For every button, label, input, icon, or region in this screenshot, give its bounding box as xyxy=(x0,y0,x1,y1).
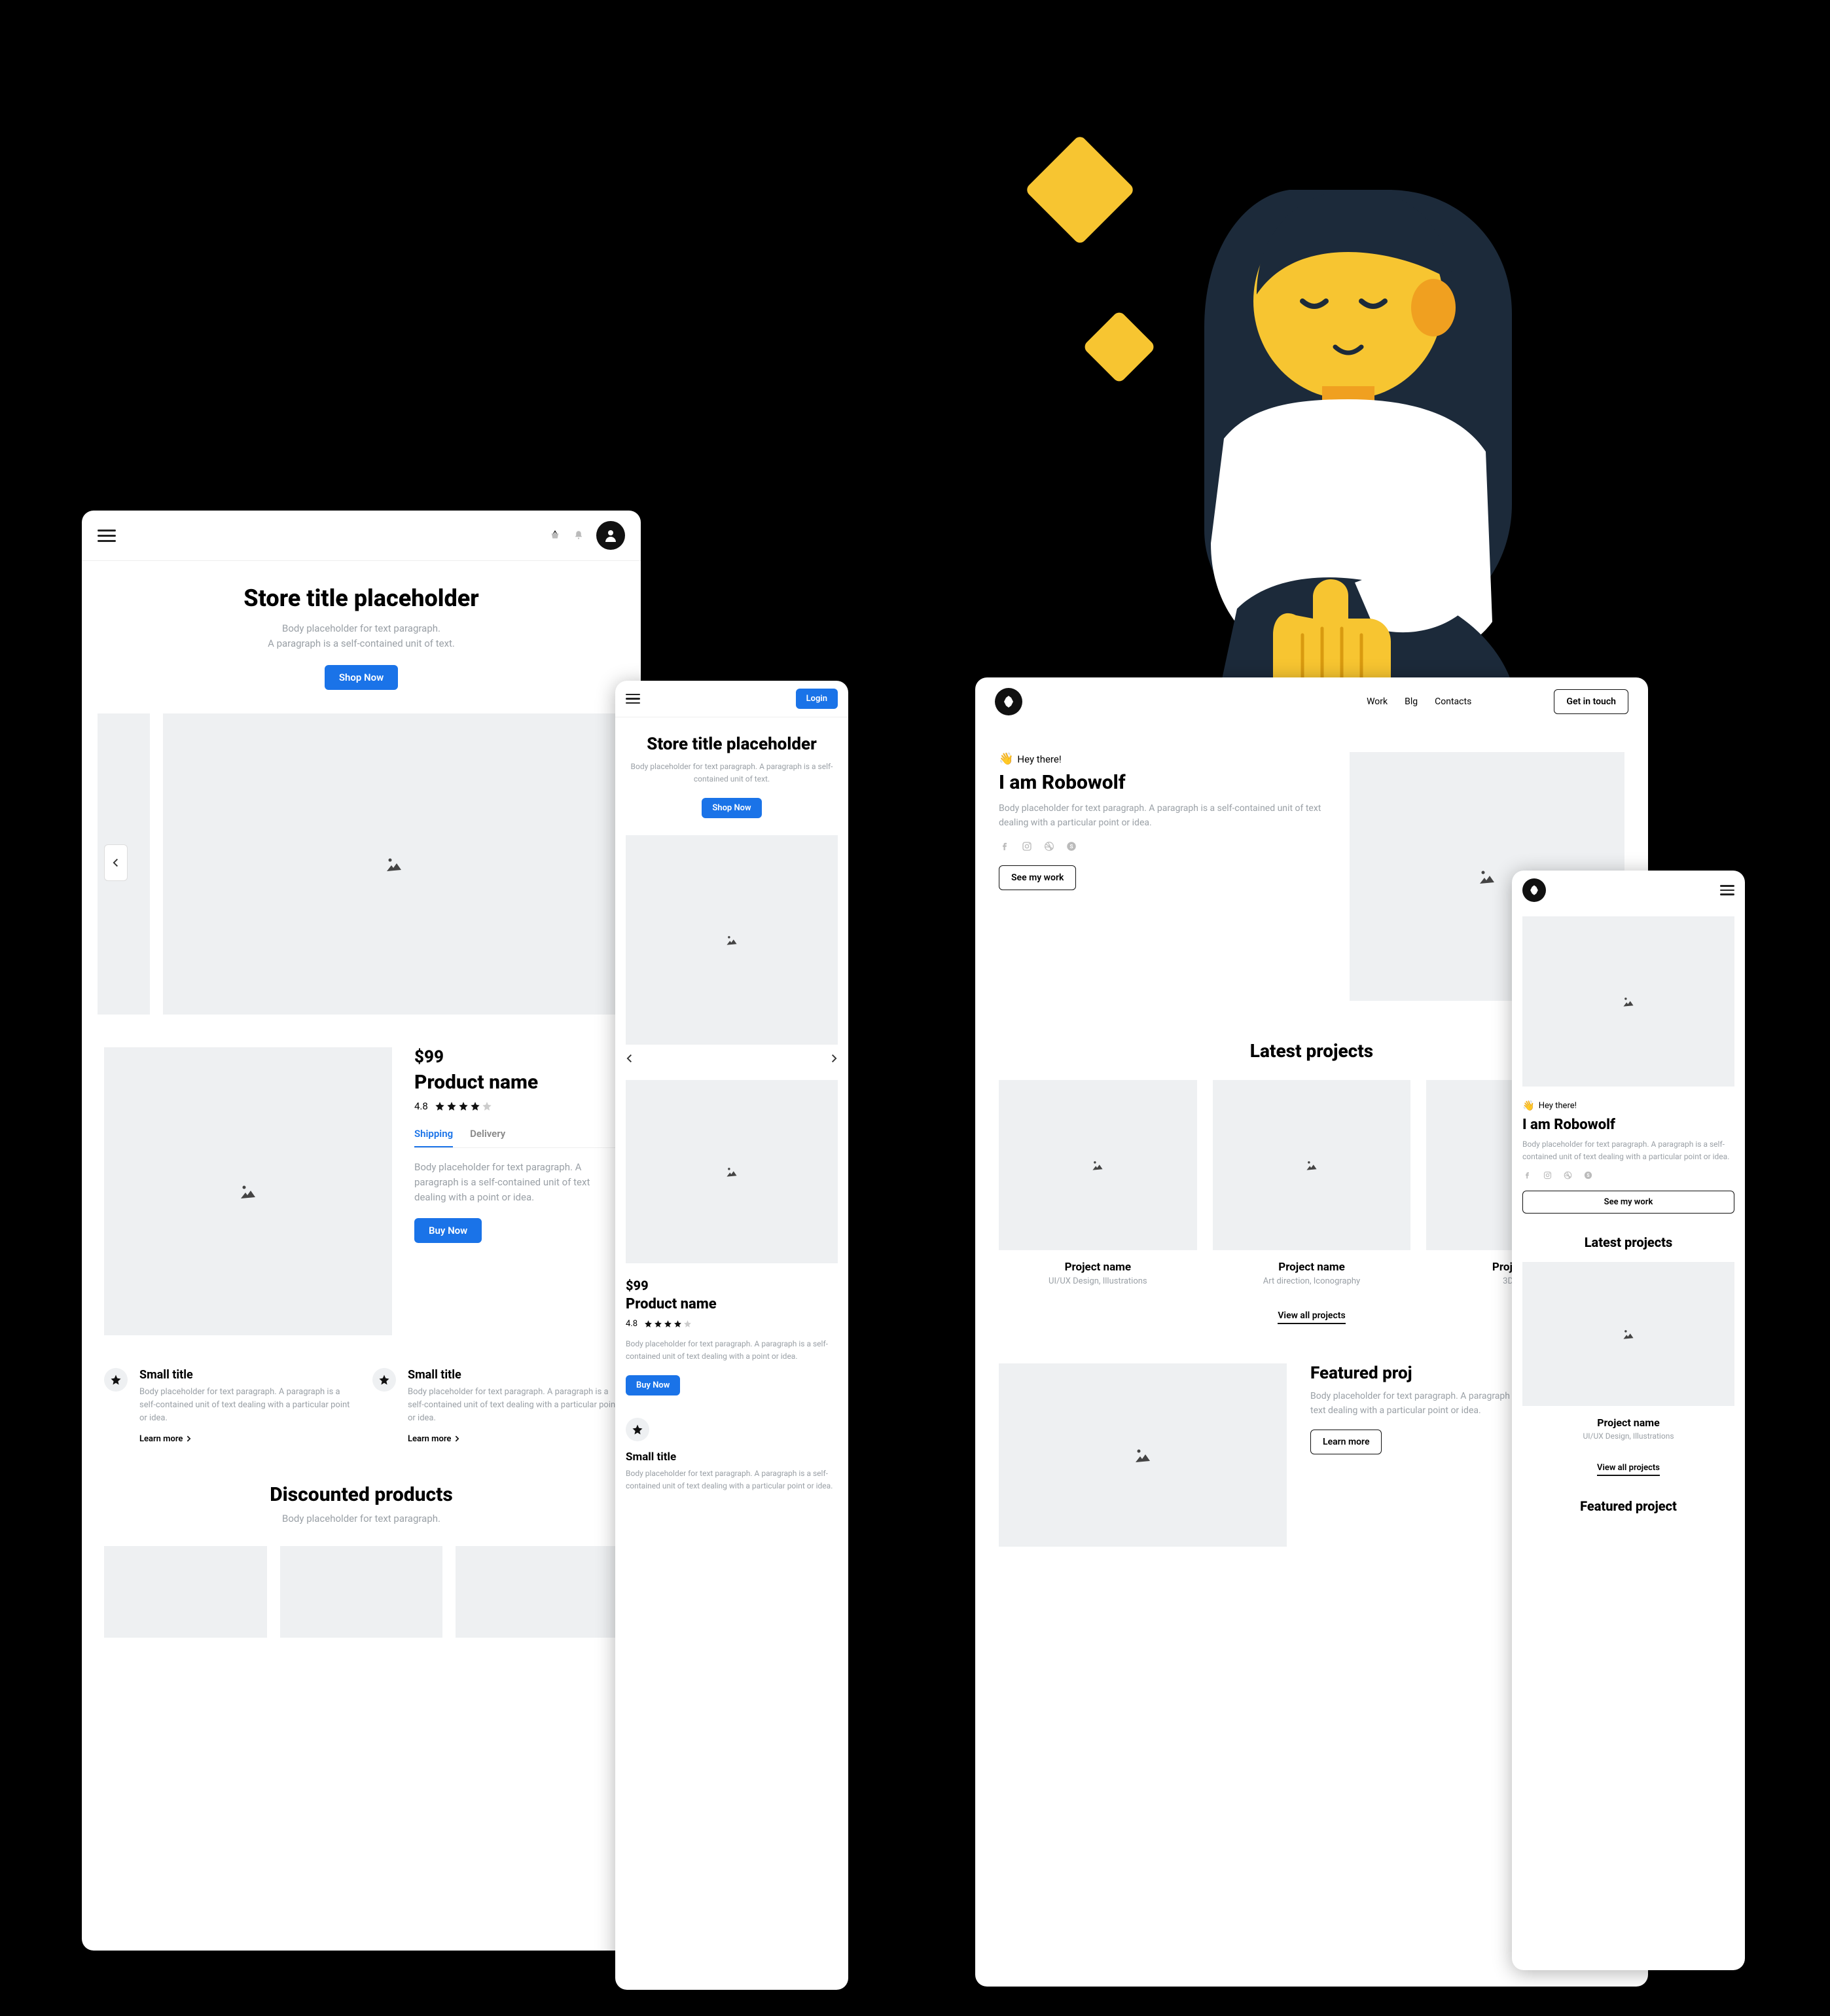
feature-title: Small title xyxy=(626,1450,838,1464)
project-card[interactable]: Project name UI/UX Design, Illustrations xyxy=(999,1080,1197,1286)
view-all-projects-link[interactable]: View all projects xyxy=(1597,1463,1660,1476)
portfolio-mobile-header xyxy=(1512,871,1745,910)
feature-body: Body placeholder for text paragraph. A p… xyxy=(626,1467,838,1492)
carousel-prev-button[interactable] xyxy=(104,844,128,881)
skype-icon[interactable] xyxy=(1583,1170,1593,1180)
featured-image xyxy=(999,1363,1287,1547)
product-price: $99 xyxy=(414,1047,619,1067)
product-name: Product name xyxy=(626,1296,838,1312)
see-my-work-button[interactable]: See my work xyxy=(1522,1191,1734,1214)
social-links xyxy=(999,840,1326,852)
rating-stars xyxy=(644,1320,692,1328)
product-name: Product name xyxy=(414,1071,619,1094)
store-body: Body placeholder for text paragraph. A p… xyxy=(628,761,835,785)
portfolio-title: I am Robowolf xyxy=(1522,1117,1734,1133)
project-category: Art direction, Iconography xyxy=(1213,1276,1411,1286)
see-my-work-button[interactable]: See my work xyxy=(999,865,1076,890)
feature-body: Body placeholder for text paragraph. A p… xyxy=(139,1386,350,1425)
project-name: Project name xyxy=(1522,1416,1734,1429)
login-button[interactable]: Login xyxy=(796,689,838,709)
logo[interactable] xyxy=(995,688,1022,715)
instagram-icon[interactable] xyxy=(1543,1170,1552,1180)
greeting: 👋Hey there! xyxy=(1522,1100,1734,1111)
dribbble-icon[interactable] xyxy=(1563,1170,1573,1180)
feature-title: Small title xyxy=(408,1368,619,1382)
discounted-body: Body placeholder for text paragraph. xyxy=(82,1511,641,1526)
avatar[interactable] xyxy=(596,521,625,550)
skype-icon[interactable] xyxy=(1066,840,1077,852)
learn-more-link[interactable]: Learn more xyxy=(139,1434,192,1444)
store-header xyxy=(82,511,641,561)
discounted-title: Discounted products xyxy=(82,1483,641,1506)
rating-value: 4.8 xyxy=(626,1319,637,1329)
portfolio-mobile-frame: 👋Hey there! I am Robowolf Body placehold… xyxy=(1512,871,1745,1970)
feature-body: Body placeholder for text paragraph. A p… xyxy=(408,1386,619,1425)
shop-now-button[interactable]: Shop Now xyxy=(702,798,761,818)
buy-now-button[interactable]: Buy Now xyxy=(626,1375,680,1395)
star-icon xyxy=(104,1368,128,1392)
product-body: Body placeholder for text paragraph. A p… xyxy=(626,1338,838,1362)
store-title: Store title placeholder xyxy=(121,585,601,612)
project-name: Project name xyxy=(1213,1261,1411,1274)
facebook-icon[interactable] xyxy=(999,840,1011,852)
nav-blog[interactable]: Blg xyxy=(1405,696,1418,707)
product-body: Body placeholder for text paragraph. A p… xyxy=(414,1160,619,1206)
project-category: UI/UX Design, Illustrations xyxy=(1522,1431,1734,1441)
tab-shipping[interactable]: Shipping xyxy=(414,1128,453,1147)
carousel-next-button[interactable] xyxy=(830,1054,838,1063)
learn-more-link[interactable]: Learn more xyxy=(408,1434,460,1444)
product-image xyxy=(104,1047,392,1335)
discounted-item xyxy=(456,1546,619,1638)
featured-title: Featured project xyxy=(1522,1498,1734,1514)
view-all-projects-link[interactable]: View all projects xyxy=(1278,1310,1345,1324)
hero-image xyxy=(163,713,625,1015)
portfolio-body: Body placeholder for text paragraph. A p… xyxy=(999,802,1326,830)
menu-icon[interactable] xyxy=(98,526,116,545)
store-title: Store title placeholder xyxy=(628,734,835,754)
product-price: $99 xyxy=(626,1278,838,1293)
basket-icon[interactable] xyxy=(549,530,561,541)
discounted-item xyxy=(280,1546,443,1638)
nav: Work Blg Contacts xyxy=(1367,696,1471,707)
greeting: 👋Hey there! xyxy=(999,752,1326,766)
discounted-item xyxy=(104,1546,267,1638)
menu-icon[interactable] xyxy=(1720,882,1734,898)
shop-now-button[interactable]: Shop Now xyxy=(325,665,398,690)
portfolio-header: Work Blg Contacts Get in touch xyxy=(975,677,1648,726)
store-mobile-frame: Login Store title placeholder Body place… xyxy=(615,681,848,1990)
star-icon xyxy=(372,1368,396,1392)
dribbble-icon[interactable] xyxy=(1043,840,1055,852)
nav-contacts[interactable]: Contacts xyxy=(1435,696,1471,707)
menu-icon[interactable] xyxy=(626,691,640,707)
portfolio-body: Body placeholder for text paragraph. A p… xyxy=(1522,1138,1734,1162)
carousel-prev-button[interactable] xyxy=(626,1054,634,1063)
social-links xyxy=(1522,1170,1734,1180)
store-mobile-header: Login xyxy=(615,681,848,717)
rating-value: 4.8 xyxy=(414,1100,428,1112)
store-desktop-frame: Store title placeholder Body placeholder… xyxy=(82,511,641,1951)
project-category: UI/UX Design, Illustrations xyxy=(999,1276,1197,1286)
tab-delivery[interactable]: Delivery xyxy=(470,1128,505,1147)
store-body-2: A paragraph is a self-contained unit of … xyxy=(121,636,601,651)
hero-image xyxy=(626,835,838,1045)
get-in-touch-button[interactable]: Get in touch xyxy=(1554,689,1628,714)
project-card[interactable]: Project name UI/UX Design, Illustrations xyxy=(1522,1262,1734,1441)
star-icon xyxy=(626,1418,649,1441)
logo[interactable] xyxy=(1522,878,1546,902)
nav-work[interactable]: Work xyxy=(1367,696,1388,707)
product-image xyxy=(626,1080,838,1263)
rating-stars xyxy=(435,1101,492,1111)
feature-title: Small title xyxy=(139,1368,350,1382)
buy-now-button[interactable]: Buy Now xyxy=(414,1218,482,1243)
facebook-icon[interactable] xyxy=(1522,1170,1532,1180)
project-card[interactable]: Project name Art direction, Iconography xyxy=(1213,1080,1411,1286)
store-body-1: Body placeholder for text paragraph. xyxy=(121,621,601,636)
instagram-icon[interactable] xyxy=(1021,840,1033,852)
portfolio-title: I am Robowolf xyxy=(999,771,1326,794)
bell-icon[interactable] xyxy=(573,530,584,541)
latest-projects-title: Latest projects xyxy=(1522,1234,1734,1250)
hero-image xyxy=(1522,916,1734,1087)
project-name: Project name xyxy=(999,1261,1197,1274)
learn-more-button[interactable]: Learn more xyxy=(1310,1430,1382,1454)
